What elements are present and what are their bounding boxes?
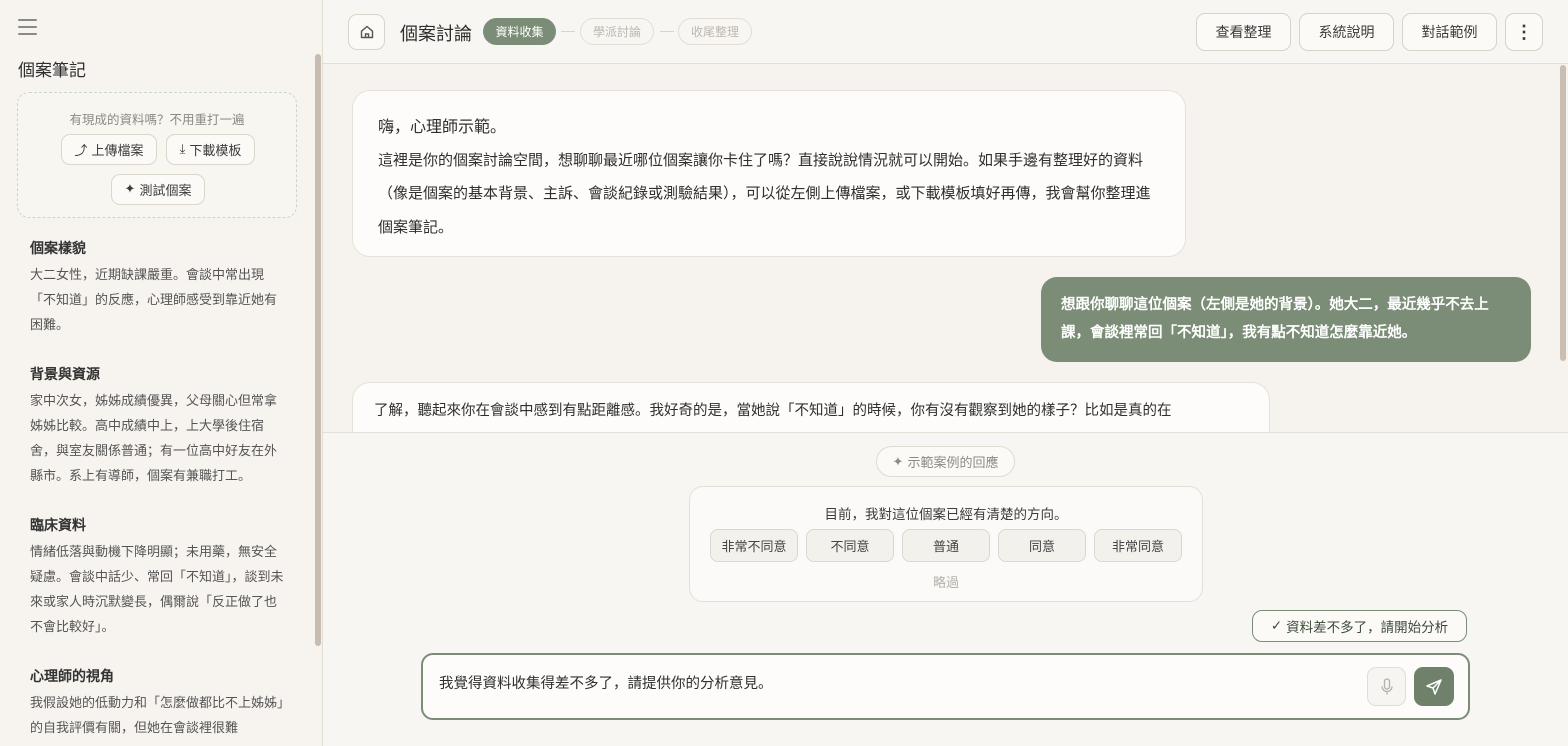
start-analysis-button[interactable]: ✓ 資料差不多了，請開始分析 [1252, 610, 1467, 642]
download-template-label: 下載模板 [189, 144, 242, 159]
chat-scrollbar[interactable] [1560, 65, 1566, 361]
sparkle-icon: ✦ [124, 182, 136, 197]
note-body: 大二女性，近期缺課嚴重。會談中常出現「不知道」的反應，心理師感受到靠近她有困難。 [30, 268, 278, 333]
test-case-label: 測試個案 [139, 184, 192, 199]
page-title: 個案討論 [400, 24, 472, 45]
survey-question: 目前，我對這位個案已經有清楚的方向。 [824, 507, 1068, 523]
scale-disagree[interactable]: 不同意 [806, 529, 894, 562]
dialogue-examples-button[interactable]: 對話範例 [1402, 13, 1497, 51]
note-body: 情緒低落與動機下降明顯；未用藥，無安全疑慮。會談中話少、常回「不知道」，談到未來… [30, 545, 284, 635]
system-help-button[interactable]: 系統說明 [1299, 13, 1394, 51]
user-message: 想跟你聊聊這位個案（左側是她的背景）。她大二，最近幾乎不去上課，會談裡常回「不知… [1041, 277, 1531, 362]
stage-data-collection[interactable]: 資料收集 [483, 18, 556, 45]
message-composer[interactable]: 我覺得資料收集得差不多了，請提供你的分析意見。 [421, 653, 1470, 720]
chat-history[interactable]: 嗨，心理師示範。 這裡是你的個案討論空間，想聊聊最近哪位個案讓你卡住了嗎？直接說… [323, 65, 1568, 432]
upload-file-button[interactable]: ⤴ 上傳檔案 [61, 134, 157, 165]
stage-separator [660, 31, 674, 32]
scale-strongly-agree[interactable]: 非常同意 [1094, 529, 1182, 562]
note-body: 家中次女，姊姊成績優異，父母關心但常拿姊姊比較。高中成績中上，上大學後住宿舍，與… [30, 394, 278, 484]
note-body: 我假設她的低動力和「怎麼做都比不上姊姊」的自我評價有關，但她在會談裡很難 [30, 696, 284, 736]
download-template-button[interactable]: ⤓ 下載模板 [166, 134, 255, 165]
top-bar: 個案討論 資料收集 學派討論 收尾整理 查看整理 系統說明 對話範例 ⋮ [323, 0, 1568, 64]
download-icon: ⤓ [179, 142, 186, 157]
voice-input-button[interactable] [1367, 667, 1406, 706]
stage-wrap-up[interactable]: 收尾整理 [678, 18, 752, 45]
send-button[interactable] [1414, 667, 1454, 706]
case-notes: 個案樣貌 大二女性，近期缺課嚴重。會談中常出現「不知道」的反應，心理師感受到靠近… [30, 238, 288, 746]
note-heading: 個案樣貌 [30, 241, 86, 257]
sidebar-title: 個案筆記 [18, 61, 86, 81]
send-icon [1426, 678, 1442, 695]
upload-icon: ⤴ [74, 144, 88, 159]
likert-survey: 目前，我對這位個案已經有清楚的方向。 非常不同意 不同意 普通 同意 非常同意 … [689, 486, 1203, 602]
note-heading: 背景與資源 [30, 367, 100, 383]
upload-dropzone[interactable]: 有現成的資料嗎？不用重打一遍 ⤴ 上傳檔案 ⤓ 下載模板 ✦ 測試個案 [17, 92, 297, 218]
example-response-label: 示範案例的回應 [907, 455, 999, 470]
start-analysis-label: 資料差不多了，請開始分析 [1286, 620, 1449, 635]
note-section: 背景與資源 家中次女，姊姊成績優異，父母關心但常拿姊姊比較。高中成績中上，上大學… [30, 364, 288, 489]
upload-hint: 有現成的資料嗎？不用重打一遍 [69, 112, 245, 127]
microphone-icon [1380, 677, 1393, 694]
more-icon: ⋮ [1515, 21, 1533, 42]
home-icon [360, 25, 373, 39]
sparkle-icon: ✦ [892, 453, 904, 469]
note-section: 心理師的視角 我假設她的低動力和「怎麼做都比不上姊姊」的自我評價有關，但她在會談… [30, 666, 288, 741]
sidebar-scrollbar[interactable] [315, 54, 321, 646]
scale-neutral[interactable]: 普通 [902, 529, 990, 562]
greeting-body: 這裡是你的個案討論空間，想聊聊最近哪位個案讓你卡住了嗎？直接說說情況就可以開始。… [378, 150, 1151, 236]
note-heading: 心理師的視角 [30, 669, 114, 685]
skip-link[interactable]: 略過 [690, 572, 1202, 591]
assistant-message: 了解，聽起來你在會談中感到有點距離感。我好奇的是，當她說「不知道」的時候，你有沒… [352, 382, 1270, 432]
sidebar: 個案筆記 有現成的資料嗎？不用重打一遍 ⤴ 上傳檔案 ⤓ 下載模板 ✦ 測試個案… [0, 0, 323, 746]
home-button[interactable] [348, 14, 385, 50]
stage-separator [561, 31, 575, 32]
stage-school-discussion[interactable]: 學派討論 [580, 18, 654, 45]
note-section: 臨床資料 情緒低落與動機下降明顯；未用藥，無安全疑慮。會談中話少、常回「不知道」… [30, 515, 288, 640]
scale-agree[interactable]: 同意 [998, 529, 1086, 562]
message-input[interactable]: 我覺得資料收集得差不多了，請提供你的分析意見。 [439, 672, 773, 693]
check-icon: ✓ [1270, 618, 1283, 633]
example-response-button[interactable]: ✦ 示範案例的回應 [876, 446, 1015, 477]
assistant-message: 嗨，心理師示範。 這裡是你的個案討論空間，想聊聊最近哪位個案讓你卡住了嗎？直接說… [352, 90, 1186, 257]
view-summary-button[interactable]: 查看整理 [1196, 13, 1291, 51]
greeting-title: 嗨，心理師示範。 [378, 117, 507, 136]
more-options-button[interactable]: ⋮ [1505, 13, 1543, 51]
menu-icon[interactable] [18, 19, 37, 35]
input-panel: ✦ 示範案例的回應 目前，我對這位個案已經有清楚的方向。 非常不同意 不同意 普… [323, 432, 1568, 746]
upload-file-label: 上傳檔案 [91, 144, 144, 159]
test-case-button[interactable]: ✦ 測試個案 [111, 174, 205, 205]
note-section: 個案樣貌 大二女性，近期缺課嚴重。會談中常出現「不知道」的反應，心理師感受到靠近… [30, 238, 288, 338]
note-heading: 臨床資料 [30, 518, 86, 534]
scale-strongly-disagree[interactable]: 非常不同意 [710, 529, 798, 562]
